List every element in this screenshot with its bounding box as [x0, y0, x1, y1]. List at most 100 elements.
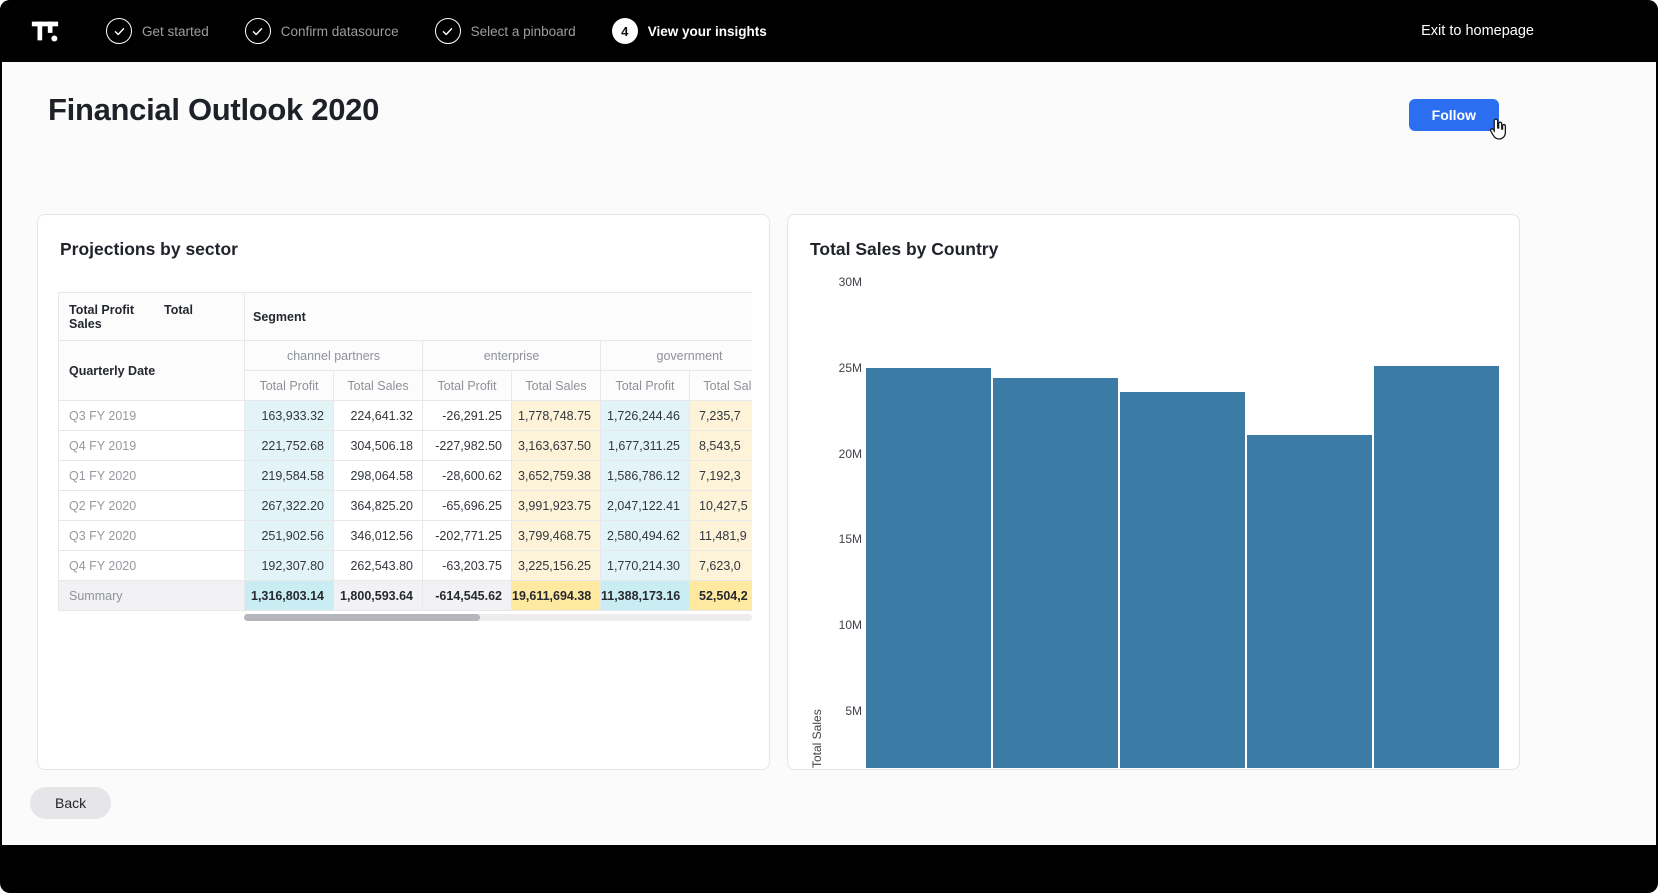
table-cell[interactable]: 192,307.80	[245, 551, 334, 581]
step-label: Confirm datasource	[281, 24, 399, 39]
row-label: Q4 FY 2019	[59, 431, 245, 461]
bar-5[interactable]	[1374, 366, 1499, 768]
topbar: Get started Confirm datasource Select a pi…	[0, 0, 1658, 62]
page-title: Financial Outlook 2020	[48, 92, 379, 128]
y-axis-tick: 5M	[845, 703, 862, 719]
step-label: Get started	[142, 24, 209, 39]
table-cell[interactable]: 163,933.32	[245, 401, 334, 431]
row-label: Q3 FY 2019	[59, 401, 245, 431]
table-cell[interactable]: -227,982.50	[423, 431, 512, 461]
footer-actions: Back	[30, 787, 1656, 819]
table-cell[interactable]: 3,991,923.75	[512, 491, 601, 521]
table-cell[interactable]: 52,504,2	[690, 581, 753, 611]
table-cell[interactable]: -28,600.62	[423, 461, 512, 491]
horizontal-scrollbar[interactable]	[244, 614, 752, 621]
table-cell[interactable]: 1,677,311.25	[601, 431, 690, 461]
bar-chart-card: Total Sales by Country Total Sales 30M25…	[787, 214, 1520, 770]
measure-header: Total Profit	[423, 371, 512, 401]
table-cell[interactable]: -614,545.62	[423, 581, 512, 611]
table-cell[interactable]: 1,316,803.14	[245, 581, 334, 611]
bar-2[interactable]	[993, 378, 1118, 768]
pivot-table: Total ProfitTotal SalesSegmentQuarterly …	[58, 292, 752, 611]
table-cell[interactable]: 3,163,637.50	[512, 431, 601, 461]
scrollbar-thumb[interactable]	[244, 614, 480, 621]
table-cell[interactable]: 1,726,244.46	[601, 401, 690, 431]
table-cell[interactable]: 3,652,759.38	[512, 461, 601, 491]
table-cell[interactable]: 10,427,5	[690, 491, 753, 521]
table-cell[interactable]: -202,771.25	[423, 521, 512, 551]
bar-chart: Total Sales 30M25M20M15M10M5M	[808, 268, 1499, 768]
table-cell[interactable]: 224,641.32	[334, 401, 423, 431]
table-cell[interactable]: -65,696.25	[423, 491, 512, 521]
row-label: Q4 FY 2020	[59, 551, 245, 581]
table-row: Q2 FY 2020267,322.20364,825.20-65,696.25…	[59, 491, 753, 521]
back-button[interactable]: Back	[30, 787, 111, 819]
table-cell[interactable]: 298,064.58	[334, 461, 423, 491]
table-card-title: Projections by sector	[60, 239, 749, 260]
step-label: View your insights	[648, 24, 767, 39]
table-row: Q3 FY 2019163,933.32224,641.32-26,291.25…	[59, 401, 753, 431]
table-row: Q4 FY 2019221,752.68304,506.18-227,982.5…	[59, 431, 753, 461]
table-cell[interactable]: 19,611,694.38	[512, 581, 601, 611]
row-dimension-header: Quarterly Date	[59, 341, 245, 401]
table-cell[interactable]: 8,543,5	[690, 431, 753, 461]
row-label: Q1 FY 2020	[59, 461, 245, 491]
table-cell[interactable]: 7,623,0	[690, 551, 753, 581]
table-cell[interactable]: 1,770,214.30	[601, 551, 690, 581]
table-cell[interactable]: 267,322.20	[245, 491, 334, 521]
table-cell[interactable]: 364,825.20	[334, 491, 423, 521]
step-4[interactable]: 4 View your insights	[612, 18, 767, 44]
exit-to-homepage-link[interactable]: Exit to homepage	[1421, 23, 1534, 39]
app-window: Get started Confirm datasource Select a pi…	[0, 0, 1658, 893]
thoughtspot-logo-icon	[30, 15, 62, 47]
y-axis-ticks: 30M25M20M15M10M5M	[826, 268, 862, 768]
y-axis-tick: 15M	[839, 531, 862, 547]
pivot-table-card: Projections by sector Total ProfitTotal …	[37, 214, 770, 770]
measure-header: Total Profit	[601, 371, 690, 401]
table-row: Q4 FY 2020192,307.80262,543.80-63,203.75…	[59, 551, 753, 581]
table-cell[interactable]: 11,388,173.16	[601, 581, 690, 611]
row-label: Q3 FY 2020	[59, 521, 245, 551]
table-cell[interactable]: -63,203.75	[423, 551, 512, 581]
stepper: Get started Confirm datasource Select a pi…	[106, 18, 803, 44]
chart-card-title: Total Sales by Country	[810, 239, 1499, 260]
measure-header: Total Sales	[512, 371, 601, 401]
bar-4[interactable]	[1247, 435, 1372, 768]
table-cell[interactable]: 3,225,156.25	[512, 551, 601, 581]
table-cell[interactable]: 2,047,122.41	[601, 491, 690, 521]
step-1[interactable]: Get started	[106, 18, 209, 44]
table-cell[interactable]: 304,506.18	[334, 431, 423, 461]
step-2[interactable]: Confirm datasource	[245, 18, 399, 44]
table-cell[interactable]: 3,799,468.75	[512, 521, 601, 551]
table-cell[interactable]: 7,235,7	[690, 401, 753, 431]
table-cell[interactable]: 219,584.58	[245, 461, 334, 491]
cards-row: Projections by sector Total ProfitTotal …	[37, 214, 1520, 770]
table-cell[interactable]: 1,586,786.12	[601, 461, 690, 491]
segment-row: Quarterly Datechannel partnersenterprise…	[59, 341, 753, 371]
table-cell[interactable]: 7,192,3	[690, 461, 753, 491]
table-cell[interactable]: 262,543.80	[334, 551, 423, 581]
table-cell[interactable]: 221,752.68	[245, 431, 334, 461]
table-cell[interactable]: -26,291.25	[423, 401, 512, 431]
bar-1[interactable]	[866, 368, 991, 768]
measure-header: Total Sales	[334, 371, 423, 401]
pivot-header-row: Total ProfitTotal SalesSegment	[59, 293, 753, 341]
table-cell[interactable]: 251,902.56	[245, 521, 334, 551]
table-row: Q1 FY 2020219,584.58298,064.58-28,600.62…	[59, 461, 753, 491]
step-3[interactable]: Select a pinboard	[435, 18, 576, 44]
step-number-badge: 4	[612, 18, 638, 44]
table-cell[interactable]: 346,012.56	[334, 521, 423, 551]
y-axis-tick: 25M	[839, 360, 862, 376]
segment-header: government	[601, 341, 753, 371]
bar-3[interactable]	[1120, 392, 1245, 768]
table-cell[interactable]: 11,481,9	[690, 521, 753, 551]
table-cell[interactable]: 1,778,748.75	[512, 401, 601, 431]
cursor-pointer-icon	[1485, 116, 1511, 147]
table-row: Q3 FY 2020251,902.56346,012.56-202,771.2…	[59, 521, 753, 551]
follow-button-area: Follow	[1409, 99, 1499, 131]
table-cell[interactable]: 2,580,494.62	[601, 521, 690, 551]
step-label: Select a pinboard	[471, 24, 576, 39]
corner-cell: Total ProfitTotal Sales	[59, 293, 245, 341]
y-axis-tick: 20M	[839, 446, 862, 462]
table-cell[interactable]: 1,800,593.64	[334, 581, 423, 611]
